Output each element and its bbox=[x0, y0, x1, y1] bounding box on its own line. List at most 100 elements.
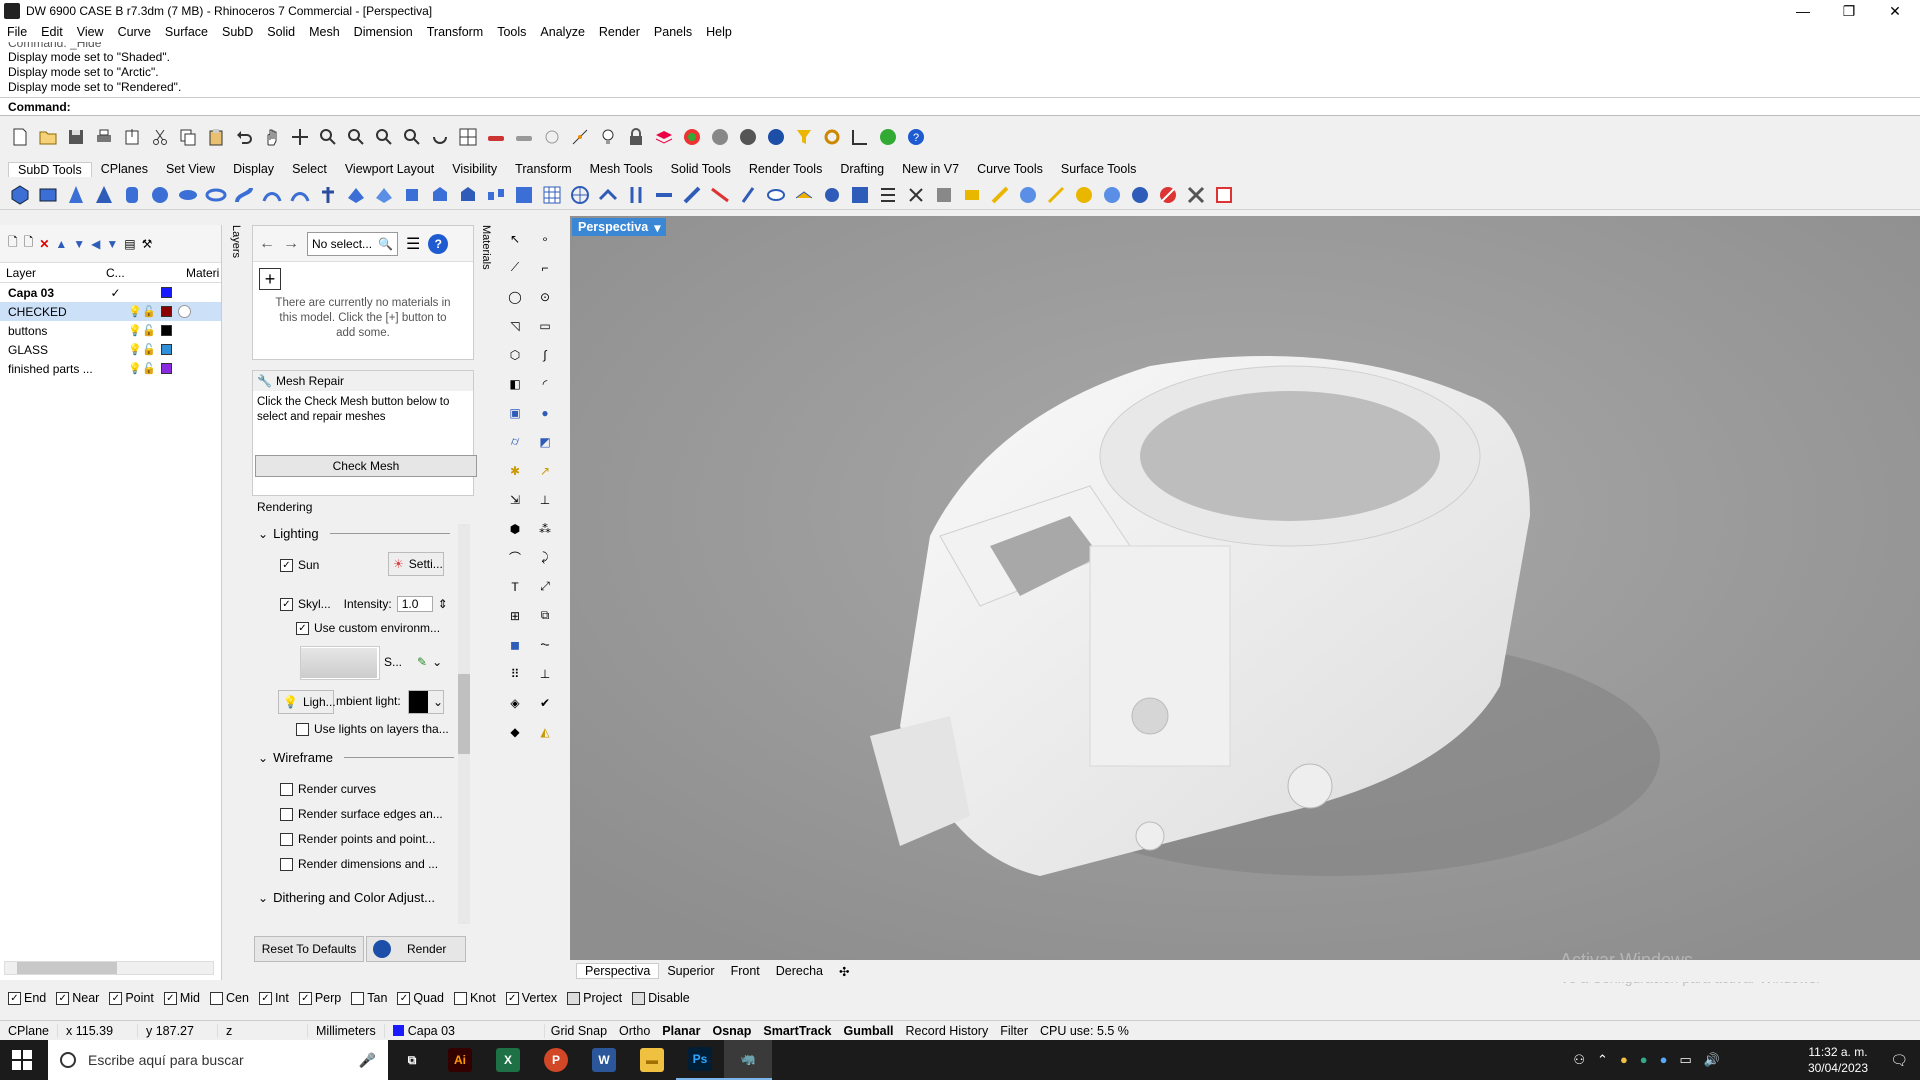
render-dims-checkbox[interactable] bbox=[280, 857, 293, 871]
tab-layers-vertical[interactable]: Layers bbox=[222, 225, 242, 300]
layer-icon[interactable] bbox=[652, 125, 676, 149]
tab-viewport-layout[interactable]: Viewport Layout bbox=[336, 162, 443, 176]
subd-insert-icon[interactable] bbox=[624, 183, 648, 207]
tab-materials-vertical[interactable]: Materials bbox=[474, 225, 492, 315]
menu-mesh[interactable]: Mesh bbox=[302, 25, 347, 39]
photoshop-icon[interactable]: Ps bbox=[676, 1040, 724, 1080]
material-filter-box[interactable]: No select... 🔍 bbox=[307, 231, 398, 256]
env-select[interactable]: S... ✎ ⌄ bbox=[384, 655, 442, 669]
history-icon[interactable]: ◈ bbox=[501, 689, 529, 716]
task-view-icon[interactable]: ⧉ bbox=[388, 1040, 436, 1080]
edit-pencil-icon[interactable]: ✎ bbox=[417, 655, 427, 669]
zoom-extents-icon[interactable] bbox=[372, 125, 396, 149]
subd-delete-icon[interactable] bbox=[1156, 183, 1180, 207]
subd-weld-icon[interactable] bbox=[680, 183, 704, 207]
group-icon[interactable]: ⊞ bbox=[501, 602, 529, 629]
menu-subd[interactable]: SubD bbox=[215, 25, 260, 39]
subd-box-icon[interactable] bbox=[36, 183, 60, 207]
render-curves-checkbox[interactable] bbox=[280, 782, 293, 796]
subd-extrude-icon[interactable] bbox=[400, 183, 424, 207]
osnap-end[interactable]: ✓ End bbox=[8, 991, 46, 1005]
menu-icon[interactable]: ☰ bbox=[406, 234, 420, 254]
tab-curve-tools[interactable]: Curve Tools bbox=[968, 162, 1052, 176]
tab-select[interactable]: Select bbox=[283, 162, 336, 176]
join-icon[interactable]: ⁂ bbox=[531, 515, 559, 542]
point-icon[interactable]: ∘ bbox=[531, 225, 559, 252]
osnap-vertex[interactable]: ✓ Vertex bbox=[505, 991, 557, 1005]
column-layer[interactable]: Layer bbox=[6, 266, 106, 280]
arrow-icon[interactable]: ↗ bbox=[531, 457, 559, 484]
lock-icon[interactable] bbox=[624, 125, 648, 149]
lighting-section[interactable]: ⌄ Lighting bbox=[258, 526, 450, 541]
column-material[interactable]: Materi bbox=[186, 266, 219, 280]
subd-thicken-icon[interactable] bbox=[960, 183, 984, 207]
wireframe-section[interactable]: ⌄ Wireframe bbox=[258, 750, 455, 765]
lights-on-layers-checkbox[interactable] bbox=[296, 722, 309, 736]
osnap-near[interactable]: ✓ Near bbox=[56, 991, 99, 1005]
tab-mesh-tools[interactable]: Mesh Tools bbox=[581, 162, 662, 176]
osnap-checkbox[interactable]: ✓ bbox=[56, 991, 70, 1005]
paste-icon[interactable] bbox=[204, 125, 228, 149]
ortho-toggle[interactable]: Ortho bbox=[613, 1024, 656, 1038]
tab-derecha[interactable]: Derecha bbox=[768, 964, 831, 978]
polygon-icon[interactable]: ⬡ bbox=[501, 341, 529, 368]
copy-icon[interactable] bbox=[176, 125, 200, 149]
chevron-down-icon[interactable]: ⌄ bbox=[258, 751, 268, 765]
split-icon[interactable]: ⌒ bbox=[501, 544, 529, 571]
sun-checkbox[interactable]: ✓ bbox=[280, 558, 293, 572]
open-folder-icon[interactable] bbox=[36, 125, 60, 149]
light-icon[interactable]: ◭ bbox=[531, 718, 559, 745]
tab-superior[interactable]: Superior bbox=[659, 964, 722, 978]
new-sublayer-icon[interactable]: 🗋 bbox=[24, 233, 34, 254]
osnap-toggle[interactable]: Osnap bbox=[707, 1024, 758, 1038]
save-icon[interactable] bbox=[64, 125, 88, 149]
subd-fill-icon[interactable] bbox=[512, 183, 536, 207]
import-icon[interactable] bbox=[120, 125, 144, 149]
rhino-icon[interactable]: 🦏 bbox=[724, 1040, 772, 1080]
layer-row[interactable]: CHECKED 💡 🔓 bbox=[0, 302, 221, 321]
mesh-icon[interactable]: ✱ bbox=[501, 457, 529, 484]
color-wheel-icon[interactable] bbox=[680, 125, 704, 149]
layer-row[interactable]: buttons 💡 🔓 bbox=[0, 321, 221, 340]
measure-icon[interactable]: ⏦ bbox=[531, 631, 559, 658]
subd-pipe-icon[interactable] bbox=[232, 183, 256, 207]
osnap-checkbox[interactable]: ✓ bbox=[8, 991, 21, 1005]
subd-stitch-icon[interactable] bbox=[652, 183, 676, 207]
chevron-down-icon[interactable]: ▾ bbox=[654, 220, 660, 235]
render-points-option[interactable]: Render points and point... bbox=[280, 832, 435, 846]
microphone-icon[interactable]: 🎤 bbox=[359, 1052, 376, 1069]
osnap-perp[interactable]: ✓ Perp bbox=[298, 991, 341, 1005]
subd-reflect-icon[interactable] bbox=[988, 183, 1012, 207]
light-bulb-icon[interactable] bbox=[596, 125, 620, 149]
extrude-icon[interactable]: ◩ bbox=[531, 428, 559, 455]
windows-start-icon[interactable] bbox=[12, 1050, 32, 1070]
osnap-checkbox[interactable] bbox=[567, 991, 581, 1005]
command-prompt[interactable]: Command: bbox=[0, 98, 1920, 116]
menu-panels[interactable]: Panels bbox=[647, 25, 699, 39]
layer-color-swatch[interactable] bbox=[161, 363, 172, 374]
cylinder-icon[interactable]: ⌭ bbox=[501, 428, 529, 455]
sun-settings-button[interactable]: ☀ Setti... bbox=[388, 552, 444, 576]
osnap-disable[interactable]: Disable bbox=[632, 991, 690, 1005]
lights-on-layers-option[interactable]: Use lights on layers tha... bbox=[296, 722, 449, 736]
custom-env-option[interactable]: ✓ Use custom environm... bbox=[296, 621, 440, 635]
tab-perspectiva[interactable]: Perspectiva bbox=[576, 963, 660, 979]
back-arrow-icon[interactable]: ← bbox=[259, 235, 275, 253]
globe-icon[interactable] bbox=[876, 125, 900, 149]
osnap-mid[interactable]: ✓ Mid bbox=[163, 991, 200, 1005]
chevron-down-icon[interactable]: ⌄ bbox=[432, 655, 442, 669]
subd-sphere2-icon[interactable] bbox=[1128, 183, 1152, 207]
menu-curve[interactable]: Curve bbox=[111, 25, 158, 39]
surface-icon[interactable]: ◧ bbox=[501, 370, 529, 397]
unlock-icon[interactable]: 🔓 bbox=[142, 362, 156, 375]
skylight-checkbox[interactable]: ✓ bbox=[280, 597, 293, 611]
ambient-color-picker[interactable]: ⌄ bbox=[408, 690, 444, 714]
rotate-view-icon[interactable] bbox=[428, 125, 452, 149]
menu-surface[interactable]: Surface bbox=[158, 25, 215, 39]
material-sphere-icon[interactable] bbox=[178, 305, 191, 318]
boolean-icon[interactable]: ⬢ bbox=[501, 515, 529, 542]
circle-icon[interactable]: ◯ bbox=[501, 283, 529, 310]
move-up-icon[interactable]: ▲ bbox=[55, 237, 67, 251]
solid-icon[interactable]: ◼ bbox=[501, 631, 529, 658]
network-icon[interactable]: ▭ bbox=[1680, 1052, 1692, 1068]
